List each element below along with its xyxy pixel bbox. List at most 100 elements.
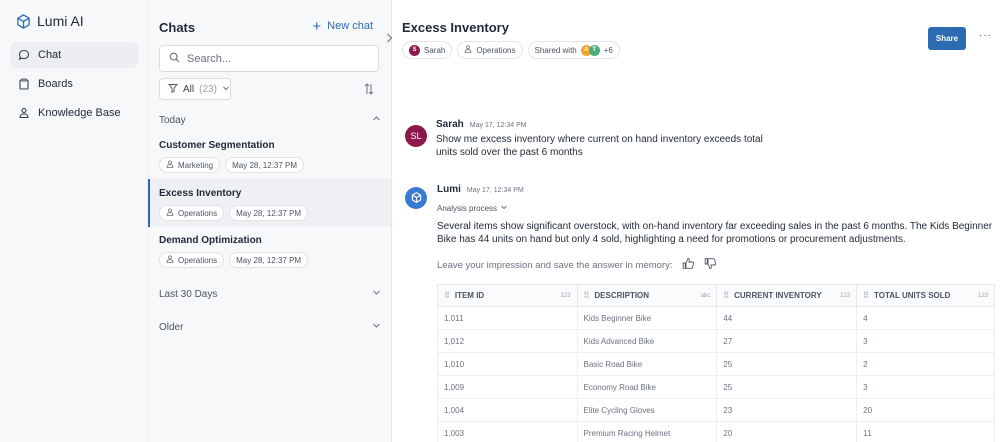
chat-item-title: Excess Inventory (159, 188, 242, 199)
shared-avatar: T (588, 44, 600, 56)
chats-panel: Chats + New chat All (23) Today Customer… (148, 0, 392, 442)
table-cell: Premium Racing Helmet (576, 421, 718, 442)
table-row: 1,009 Economy Road Bike 25 3 (437, 375, 995, 399)
date-badge: May 28, 12:37 PM (229, 252, 309, 268)
people-icon (18, 107, 30, 119)
person-icon (464, 45, 472, 55)
chat-item-active[interactable]: Excess Inventory Operations May 28, 12:3… (148, 179, 391, 227)
table-cell: Elite Cycling Gloves (576, 398, 718, 422)
column-type: 123 (840, 292, 851, 299)
sort-icon[interactable] (363, 82, 375, 99)
app-name: Lumi AI (37, 13, 84, 29)
team-badge: Operations (159, 252, 225, 268)
nav-item-knowledge-base[interactable]: Knowledge Base (10, 100, 138, 126)
team-label: Operations (178, 208, 218, 218)
share-button[interactable]: Share (928, 27, 966, 50)
shared-with-badge[interactable]: Shared with A T +6 (527, 41, 620, 59)
drag-handle-icon[interactable]: ⠿ (723, 291, 729, 300)
shared-more-count: +6 (603, 45, 613, 55)
nav-label: Knowledge Base (38, 107, 121, 119)
group-older[interactable]: Older (159, 321, 381, 333)
chat-item[interactable]: Customer Segmentation Marketing May 28, … (148, 131, 391, 179)
new-chat-label: New chat (327, 20, 373, 32)
chat-bubble-icon (18, 49, 30, 61)
column-label: DESCRIPTION (594, 291, 650, 300)
group-label: Today (159, 114, 186, 126)
group-last-30-days[interactable]: Last 30 Days (159, 288, 381, 300)
message-line: Show me excess inventory where current o… (436, 134, 763, 145)
user-message-text: Show me excess inventory where current o… (436, 133, 763, 159)
person-icon (166, 208, 174, 218)
drag-handle-icon[interactable]: ⠿ (584, 291, 590, 300)
column-header-current-inventory[interactable]: ⠿ CURRENT INVENTORY 123 (716, 284, 858, 307)
thumbs-down-icon[interactable] (704, 257, 717, 273)
new-chat-button[interactable]: + New chat (312, 19, 373, 34)
table-cell: 1,011 (437, 306, 578, 330)
funnel-icon (168, 83, 178, 96)
group-today[interactable]: Today (159, 114, 381, 126)
column-label: ITEM ID (454, 291, 485, 300)
analysis-process-toggle[interactable]: Analysis process (437, 203, 508, 213)
nav-item-boards[interactable]: Boards (10, 71, 138, 97)
more-options-icon[interactable]: ··· (979, 30, 992, 41)
app-logo[interactable]: Lumi AI (16, 13, 84, 29)
table-cell: 4 (856, 306, 995, 330)
user-avatar: SL (405, 125, 427, 147)
table-header-row: ⠿ ITEM ID 123 ⠿ DESCRIPTION abc ⠿ CURRENT INV… (437, 284, 995, 307)
chevron-down-icon (372, 288, 381, 300)
table-cell: 1,009 (437, 375, 578, 399)
nav-label: Chat (38, 49, 62, 61)
cube-icon (411, 191, 422, 205)
search-box[interactable] (159, 45, 379, 72)
nav-item-chat[interactable]: Chat (10, 42, 138, 68)
chat-item-title: Customer Segmentation (159, 140, 275, 151)
chevron-down-icon (500, 203, 508, 213)
group-label: Older (159, 321, 184, 333)
column-type: 123 (977, 292, 988, 299)
thumbs-up-icon[interactable] (682, 257, 695, 273)
message-time: May 17, 12:34 PM (466, 187, 524, 194)
column-header-description[interactable]: ⠿ DESCRIPTION abc (576, 284, 718, 307)
analysis-label: Analysis process (437, 203, 498, 213)
team-label: Operations (178, 255, 218, 265)
chats-title: Chats (159, 20, 196, 35)
cube-logo-icon (16, 13, 31, 29)
column-label: CURRENT INVENTORY (734, 291, 822, 300)
table-row: 1,011 Kids Beginner Bike 44 4 (437, 306, 995, 330)
chat-item[interactable]: Demand Optimization Operations May 28, 1… (148, 226, 391, 274)
search-input[interactable] (187, 52, 367, 65)
clipboard-icon (18, 78, 30, 90)
column-type: abc (700, 292, 711, 299)
team-badge[interactable]: Operations (457, 41, 523, 59)
conversation-meta: S Sarah Operations Shared with A T +6 (402, 41, 620, 59)
table-cell: 20 (716, 421, 858, 442)
chevron-down-icon (372, 321, 381, 333)
bot-message-text: Several items show significant overstock… (437, 220, 992, 246)
user-name: Sarah (436, 119, 464, 130)
chat-item-title: Demand Optimization (159, 235, 262, 246)
chevron-down-icon (222, 84, 230, 95)
group-label: Last 30 Days (159, 288, 218, 300)
table-row: 1,003 Premium Racing Helmet 20 11 (437, 421, 995, 442)
owner-badge[interactable]: S Sarah (402, 41, 453, 59)
column-type: 123 (560, 292, 571, 299)
column-header-total-units-sold[interactable]: ⠿ TOTAL UNITS SOLD 123 (856, 284, 995, 307)
bot-name: Lumi (437, 184, 461, 195)
feedback-prompt: Leave your impression and save the answe… (437, 259, 673, 271)
column-label: TOTAL UNITS SOLD (874, 291, 951, 300)
team-badge: Operations (159, 205, 225, 221)
owner-name: Sarah (424, 45, 446, 55)
message-line: units sold over the past 6 months (436, 147, 583, 158)
table-cell: Kids Beginner Bike (576, 306, 718, 330)
column-header-item-id[interactable]: ⠿ ITEM ID 123 (437, 284, 578, 307)
team-label: Operations (476, 45, 516, 55)
drag-handle-icon[interactable]: ⠿ (444, 291, 450, 300)
bot-message-header: Lumi May 17, 12:34 PM (437, 184, 524, 195)
owner-avatar: S (409, 44, 420, 56)
message-time: May 17, 12:34 PM (469, 122, 527, 129)
drag-handle-icon[interactable]: ⠿ (863, 291, 869, 300)
table-cell: Kids Advanced Bike (576, 329, 718, 353)
table-cell: 1,010 (437, 352, 578, 376)
left-nav: Lumi AI Chat Boards Knowledge Base (0, 0, 148, 442)
filter-dropdown[interactable]: All (23) (159, 78, 231, 100)
